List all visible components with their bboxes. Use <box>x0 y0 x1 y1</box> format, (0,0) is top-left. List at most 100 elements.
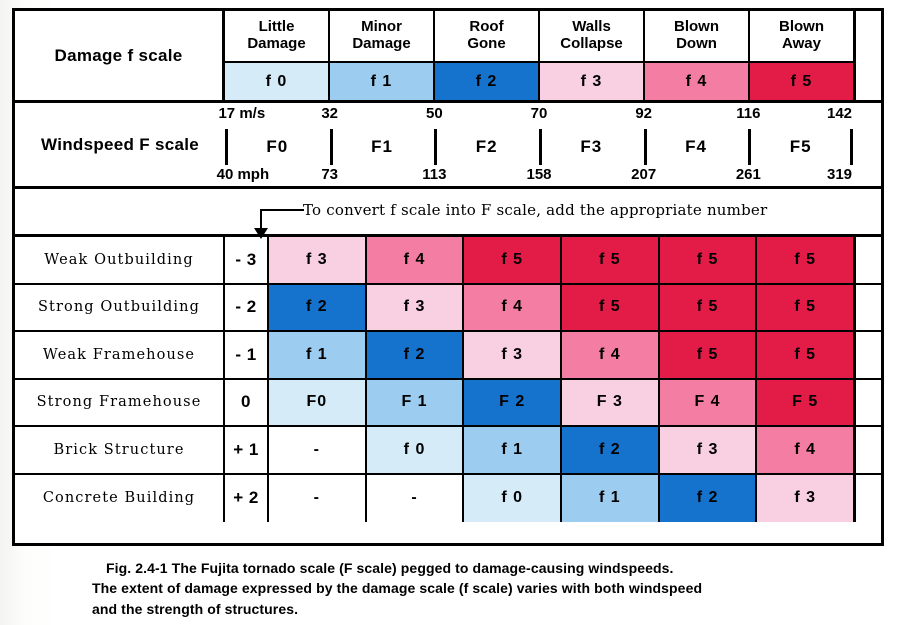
matrix-cell: F 2 <box>464 379 563 425</box>
matrix-row-offset-value: 0 <box>225 379 269 425</box>
damage-category-names: Little Damage Minor Damage Roof Gone Walls Coll… <box>225 11 853 63</box>
damage-scale-title: Damage f scale <box>15 11 225 100</box>
matrix-cell: f 5 <box>464 237 563 283</box>
matrix-row: Strong Outbuilding - 2f 2f 3f 4f 5f 5f 5 <box>15 284 881 332</box>
windspeed-segment-label: F3 <box>580 137 603 156</box>
windspeed-band-tail-cell <box>853 103 881 186</box>
note-pointer-horizontal-line <box>260 209 304 211</box>
matrix-cell: f 3 <box>659 427 758 473</box>
damage-category-name-line2: Away <box>782 35 821 52</box>
matrix-row: Brick Structure + 1-f 0f 1f 2f 3f 4 <box>15 427 881 475</box>
matrix-row-tail-cell <box>853 427 881 473</box>
matrix-row-offset-value: + 1 <box>225 427 269 473</box>
windspeed-tick-label-ms: 142 <box>826 105 853 122</box>
windspeed-scale-band: Windspeed F scale F0 F1 F2 F3 F4 F5 17 m/s 40 … <box>15 103 881 189</box>
windspeed-segment-label: F4 <box>685 137 707 156</box>
matrix-cell: f 4 <box>757 427 854 473</box>
matrix-row-cells: -f 0f 1f 2f 3f 4 <box>269 427 854 473</box>
matrix-cell: f 4 <box>562 332 660 378</box>
matrix-cell: - <box>366 474 465 522</box>
matrix-row: Concrete Building + 2--f 0f 1f 2f 3 <box>15 474 881 522</box>
windspeed-tick-label-mph: 319 <box>826 166 853 183</box>
matrix-row-tail-cell <box>853 237 881 283</box>
windspeed-tick-label-ms: 32 <box>321 105 338 122</box>
matrix-cell: f 2 <box>562 427 660 473</box>
matrix-cell: f 0 <box>366 427 465 473</box>
matrix-row-offset-value: - 2 <box>225 284 269 330</box>
windspeed-tick-label-mph: 207 <box>631 166 657 183</box>
windspeed-tick-label-ms: 50 <box>425 105 443 122</box>
matrix-cell: f 2 <box>366 332 465 378</box>
damage-category-code: f 5 <box>750 63 853 100</box>
fujita-scale-chart: Damage f scale Little Damage Minor Damage Ro… <box>12 8 884 546</box>
matrix-cell: f 5 <box>562 284 660 330</box>
matrix-cell: f 5 <box>757 284 854 330</box>
matrix-row-cells: F0 F 1F 2F 3F 4F 5 <box>269 379 854 425</box>
matrix-row-offset-value: - 1 <box>225 332 269 378</box>
matrix-cell: f 0 <box>464 474 563 522</box>
damage-category-name-line1: Little <box>258 18 295 36</box>
windspeed-tick-label-ms: 116 <box>736 105 761 122</box>
windspeed-segment-label: F0 <box>266 137 289 156</box>
damage-category-name: Little Damage <box>225 11 330 63</box>
damage-category-name-line1: Minor <box>361 18 402 36</box>
damage-scale-band: Damage f scale Little Damage Minor Damage Ro… <box>15 11 881 103</box>
matrix-row-structure-label: Weak Framehouse <box>15 332 225 378</box>
matrix-cell: F 3 <box>562 379 660 425</box>
matrix-cell: f 2 <box>269 284 367 330</box>
windspeed-tick-label-mph: 73 <box>321 166 338 183</box>
matrix-cell: - <box>269 474 367 522</box>
damage-category-name: Walls Collapse <box>540 11 645 63</box>
matrix-row-cells: f 2f 3f 4f 5f 5f 5 <box>269 284 854 330</box>
matrix-cell: f 5 <box>659 237 758 283</box>
conversion-note-area: To convert f scale into F scale, add the… <box>15 189 881 239</box>
matrix-cell: f 3 <box>757 474 854 522</box>
matrix-row-structure-label: Strong Framehouse <box>15 379 225 425</box>
damage-category-code: f 4 <box>645 63 750 100</box>
matrix-cell: f 4 <box>464 284 563 330</box>
matrix-row-tail-cell <box>853 332 881 378</box>
matrix-row-cells: --f 0f 1f 2f 3 <box>269 474 854 522</box>
figure-caption-line: Fig. 2.4-1 The Fujita tornado scale (F s… <box>106 560 674 576</box>
matrix-row-cells: f 3f 4f 5f 5f 5f 5 <box>269 237 854 283</box>
windspeed-tick-mark <box>850 129 853 165</box>
matrix-row-structure-label: Concrete Building <box>15 474 225 522</box>
matrix-cell: f 4 <box>366 237 465 283</box>
damage-category-name: Minor Damage <box>330 11 435 63</box>
windspeed-tick-label-mph: 40 mph <box>216 166 270 183</box>
matrix-row-tail-cell <box>853 284 881 330</box>
note-pointer-arrow-icon <box>254 228 268 239</box>
windspeed-segment-label: F5 <box>789 137 812 156</box>
damage-category-name-line2: Down <box>676 35 717 52</box>
damage-scale-columns: Little Damage Minor Damage Roof Gone Walls Coll… <box>225 11 853 100</box>
matrix-row-tail-cell <box>853 474 881 522</box>
figure-caption-line: The extent of damage expressed by the da… <box>92 580 703 597</box>
windspeed-tick-mark <box>643 129 647 165</box>
matrix-cell: f 1 <box>562 474 660 522</box>
matrix-cell: f 3 <box>366 284 465 330</box>
matrix-cell: f 2 <box>659 474 758 522</box>
matrix-cell: f 1 <box>269 332 367 378</box>
matrix-cell: F 1 <box>366 379 465 425</box>
matrix-cell: F0 <box>269 379 367 425</box>
figure-caption-line: and the strength of structures. <box>92 600 299 617</box>
windspeed-tick-mark <box>748 129 752 165</box>
damage-category-code: f 2 <box>435 63 540 100</box>
damage-category-name: Blown Down <box>645 11 750 63</box>
matrix-row: Weak Framehouse - 1f 1f 2f 3f 4f 5f 5 <box>15 332 881 380</box>
windspeed-scale-title: Windspeed F scale <box>41 134 199 154</box>
damage-category-code: f 3 <box>540 63 645 100</box>
windspeed-tick-label-mph: 113 <box>422 166 447 183</box>
matrix-cell: - <box>269 427 367 473</box>
windspeed-axis: F0 F1 F2 F3 F4 F5 17 m/s 40 mph 32 73 50 113 70 158 9… <box>217 103 853 186</box>
windspeed-tick-label-ms: 92 <box>635 105 652 122</box>
damage-category-name: Blown Away <box>750 11 853 63</box>
windspeed-tick-label-ms: 70 <box>530 105 548 122</box>
windspeed-tick-label-ms: 17 m/s <box>218 105 266 122</box>
matrix-row-offset-value: - 3 <box>225 237 269 283</box>
matrix-row-structure-label: Brick Structure <box>15 427 225 473</box>
damage-category-name-line1: Blown <box>779 18 824 36</box>
figure-caption: Fig. 2.4-1 The Fujita tornado scale (F s… <box>92 558 882 619</box>
conversion-note-band: To convert f scale into F scale, add the… <box>15 189 881 239</box>
matrix-cell: f 5 <box>562 237 660 283</box>
